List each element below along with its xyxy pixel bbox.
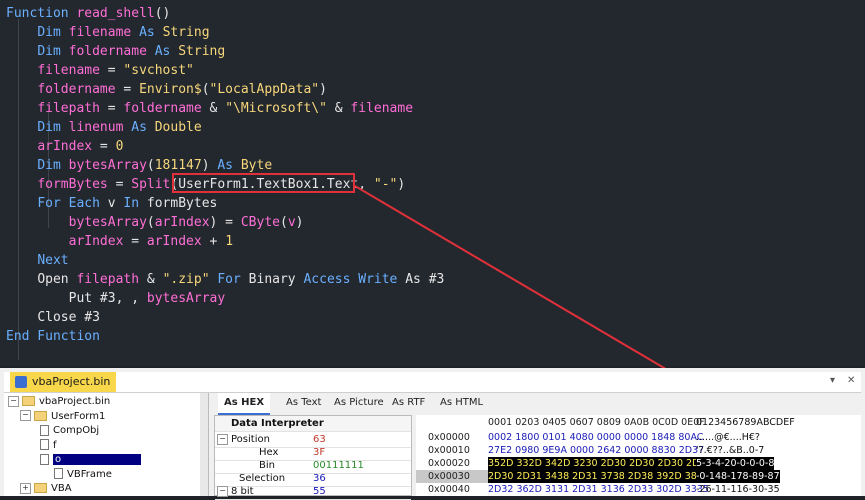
hex-viewer-panel: vbaProject.bin ▾ ✕ − vbaProject.bin − UserF… [0,368,865,500]
data-interpreter-title: Data Interpreter [231,418,324,429]
panel-title: vbaProject.bin [32,375,111,388]
folder-icon [34,483,47,493]
tree-scrollbar[interactable] [200,393,208,496]
file-icon [40,424,49,436]
collapse-icon[interactable]: − [8,395,19,407]
file-icon [40,453,49,465]
tree-node-label: o [53,454,142,465]
tab-as-picture[interactable]: As Picture [328,393,390,413]
expand-icon[interactable]: + [20,482,31,494]
folder-icon [22,396,35,406]
dropdown-icon[interactable]: ▾ [830,375,835,386]
hex-offset: 0x00010 [428,445,470,456]
hex-bytes: 2D30 2D31 3438 2D31 3738 2D38 392D 3837 [488,470,709,483]
tab-as-html[interactable]: As HTML [434,393,489,413]
collapse-icon[interactable]: − [217,434,228,445]
collapse-icon[interactable]: − [20,410,31,421]
panel-titlebar: vbaProject.bin ▾ ✕ [4,372,861,393]
hex-bytes: 352D 332D 342D 3230 2D30 2D30 2D30 2D38 [488,457,712,470]
interpreter-row: −8 bit 55 [215,484,411,500]
hex-ascii: ......@€....H€? [696,432,760,443]
tree-node-label: UserForm1 [51,410,106,422]
panel-title-tab[interactable]: vbaProject.bin [10,372,117,392]
hex-bytes: 27E2 0980 9E9A 0000 2642 0000 8830 2D37 [488,445,705,456]
view-tabs: As HEX As Text As Picture As RTF As HTML [214,393,859,415]
data-interpreter: Data Interpreter − Position 63 Hex 3F Bin 00111… [214,415,412,500]
data-interpreter-header: Data Interpreter [215,416,411,432]
collapse-icon[interactable]: − [217,486,228,497]
folder-icon [34,410,47,421]
tree-node-label: f [53,439,57,451]
tree-node-label: vbaProject.bin [39,396,111,407]
hex-bytes: 0002 1800 0101 4080 0000 0000 1848 80AC [488,432,704,443]
tree-node-label: VBA [51,483,72,494]
hex-offset: 0x00040 [428,484,470,495]
tree-view[interactable]: − vbaProject.bin − UserForm1 CompObj f o VBFram… [4,393,209,496]
hex-bytes: 2D32 362D 3131 2D31 3136 2D33 302D 3335 [488,484,709,495]
interpreter-key: 8 bit [231,486,254,497]
hex-offset: 0x00030 [416,470,488,483]
hex-ascii: -26-11-116-30-35 [696,484,780,495]
close-icon[interactable]: ✕ [847,375,855,386]
hex-ascii: '?.€??..&B..0-7 [696,445,765,456]
hex-offset: 0x00000 [428,432,470,443]
hex-view[interactable]: 0001 0203 0405 0607 0809 0A0B 0C0D 0E0F 0… [416,415,861,496]
tab-as-hex[interactable]: As HEX [218,393,271,415]
interpreter-value: 55 [313,486,326,497]
hex-column-header: 0001 0203 0405 0607 0809 0A0B 0C0D 0E0F [488,417,705,428]
tree-node-label: VBFrame [67,468,112,480]
hex-ascii: -0-148-178-89-87 [696,470,780,483]
tree-node-vba[interactable]: + VBA [20,481,72,496]
vba-project-icon [15,376,27,388]
file-icon [40,439,49,450]
file-icon [54,468,63,479]
hex-offset: 0x00020 [428,458,470,469]
tab-as-rtf[interactable]: As RTF [386,393,431,413]
tree-node-label: CompObj [53,425,100,436]
ascii-column-header: 0123456789ABCDEF [696,417,795,428]
tab-as-text[interactable]: As Text [280,393,327,413]
hex-ascii: 5-3-4-20-0-0-0-8 [696,457,775,470]
